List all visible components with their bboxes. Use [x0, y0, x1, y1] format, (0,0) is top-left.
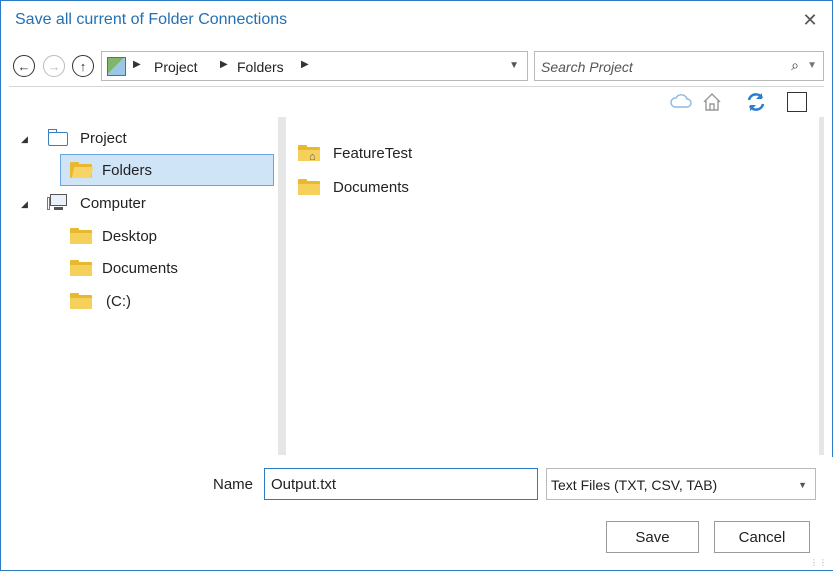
pane-splitter[interactable]	[278, 117, 286, 455]
breadcrumb-project[interactable]: Project	[154, 59, 198, 75]
cloud-icon[interactable]	[669, 91, 693, 113]
tree-label-folders: Folders	[102, 161, 153, 179]
address-bar[interactable]: ▶ Project ▶ Folders ▶ ▼	[101, 51, 528, 81]
address-dropdown-icon[interactable]: ▼	[509, 60, 519, 71]
file-name-input[interactable]	[264, 468, 538, 500]
location-icon	[107, 57, 126, 76]
navigation-tree[interactable]: ◢ Project Folders ◢ Computer Desktop Doc…	[9, 117, 278, 455]
collapse-icon[interactable]: ◢	[21, 199, 28, 210]
tree-label-desktop: Desktop	[102, 227, 158, 245]
divider	[9, 86, 824, 87]
up-arrow-icon[interactable]: ↑	[72, 55, 94, 77]
search-input[interactable]	[541, 57, 771, 77]
folder-icon	[70, 293, 92, 309]
save-dialog: Save all current of Folder Connections ✕…	[0, 0, 833, 571]
back-arrow-icon[interactable]: ←	[13, 55, 35, 77]
navigation-bar: ← → ↑ ▶ Project ▶ Folders ▶ ▼ ⌕ ▼	[9, 49, 824, 83]
file-type-select[interactable]: Text Files (TXT, CSV, TAB) ▼	[546, 468, 816, 500]
name-label: Name	[213, 476, 254, 493]
search-box[interactable]: ⌕ ▼	[534, 51, 824, 81]
tree-item-documents[interactable]: Documents	[70, 254, 178, 282]
list-item-label: FeatureTest	[333, 144, 413, 162]
home-folder-icon: ⌂	[298, 145, 320, 163]
scrollbar[interactable]	[819, 117, 824, 455]
save-button[interactable]: Save	[606, 521, 699, 553]
tree-label-drive-c: (C:)	[106, 292, 131, 310]
computer-icon	[47, 194, 69, 212]
folder-icon	[70, 260, 92, 276]
project-icon	[47, 129, 69, 147]
tree-item-computer[interactable]: Computer	[47, 189, 146, 217]
tree-item-drive-c[interactable]: (C:)	[70, 287, 131, 315]
breadcrumb-separator-icon[interactable]: ▶	[220, 59, 228, 70]
file-type-value: Text Files (TXT, CSV, TAB)	[551, 477, 718, 493]
folder-icon	[70, 228, 92, 244]
close-icon[interactable]: ✕	[798, 8, 822, 32]
tree-item-project[interactable]: Project	[47, 124, 127, 152]
search-dropdown-icon[interactable]: ▼	[807, 60, 817, 71]
toggle-view-icon[interactable]	[787, 92, 807, 112]
cancel-button[interactable]: Cancel	[714, 521, 810, 553]
forward-arrow-icon[interactable]: →	[43, 55, 65, 77]
list-item[interactable]: Documents	[298, 173, 409, 201]
tree-label-documents: Documents	[102, 259, 178, 277]
open-folder-icon	[70, 162, 94, 178]
collapse-icon[interactable]: ◢	[21, 134, 28, 145]
breadcrumb-folders[interactable]: Folders	[237, 59, 284, 75]
chevron-down-icon[interactable]: ▼	[798, 480, 807, 490]
dialog-title: Save all current of Folder Connections	[15, 11, 288, 28]
home-icon[interactable]	[701, 91, 723, 113]
list-item[interactable]: ⌂ FeatureTest	[298, 139, 412, 167]
breadcrumb-separator-icon[interactable]: ▶	[133, 59, 141, 70]
tree-label-computer: Computer	[80, 194, 146, 212]
title-bar: Save all current of Folder Connections ✕	[1, 1, 832, 41]
tree-label-project: Project	[80, 129, 127, 147]
breadcrumb-separator-icon[interactable]: ▶	[301, 59, 309, 70]
tree-item-desktop[interactable]: Desktop	[70, 222, 157, 250]
tree-item-folders[interactable]: Folders	[60, 154, 274, 186]
resize-grip-icon[interactable]: ⋮⋮	[810, 559, 828, 567]
search-icon[interactable]: ⌕	[791, 57, 799, 74]
refresh-icon[interactable]	[744, 91, 768, 113]
folder-icon	[298, 179, 320, 195]
contents-pane[interactable]: ⌂ FeatureTest Documents	[286, 117, 819, 455]
list-item-label: Documents	[333, 178, 409, 196]
